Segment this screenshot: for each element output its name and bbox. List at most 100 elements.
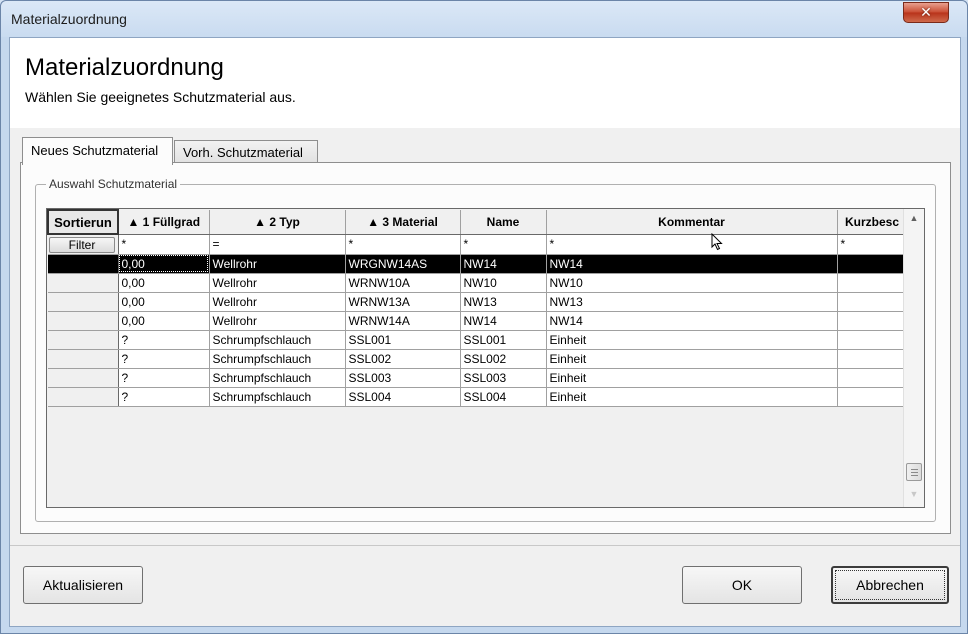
row-header[interactable]: [48, 368, 119, 388]
cell-fuellgrad[interactable]: 0,00: [118, 292, 210, 312]
cell-kommentar[interactable]: Einheit: [546, 349, 838, 369]
cell-fuellgrad[interactable]: 0,00: [118, 254, 210, 274]
column-header-kommentar[interactable]: Kommentar: [546, 210, 838, 235]
cell-material[interactable]: WRNW10A: [345, 273, 461, 293]
dialog-window: Materialzuordnung ✕ Materialzuordnung Wä…: [0, 0, 968, 634]
cell-name[interactable]: NW14: [460, 254, 547, 274]
scroll-up-arrow-icon[interactable]: ▲: [904, 209, 924, 227]
cell-name[interactable]: NW13: [460, 292, 547, 312]
filter-cell[interactable]: *: [837, 234, 908, 255]
cell-kommentar[interactable]: NW14: [546, 254, 838, 274]
cell-fuellgrad[interactable]: 0,00: [118, 311, 210, 331]
row-header[interactable]: [48, 273, 119, 293]
table-row[interactable]: ? Schrumpfschlauch SSL002 SSL002 Einheit: [48, 349, 908, 369]
cell-typ[interactable]: Schrumpfschlauch: [209, 387, 346, 407]
ok-button[interactable]: OK: [682, 566, 802, 604]
cell-kurzbeschreibung[interactable]: [837, 349, 908, 369]
tab-neues-schutzmaterial[interactable]: Neues Schutzmaterial: [22, 137, 173, 165]
cell-typ[interactable]: Schrumpfschlauch: [209, 330, 346, 350]
cell-typ[interactable]: Wellrohr: [209, 273, 346, 293]
cell-name[interactable]: NW14: [460, 311, 547, 331]
cell-fuellgrad[interactable]: ?: [118, 368, 210, 388]
column-header-material[interactable]: ▲ 3 Material: [345, 210, 461, 235]
table-row[interactable]: 0,00 Wellrohr WRGNW14AS NW14 NW14: [48, 254, 908, 274]
table-row[interactable]: 0,00 Wellrohr WRNW14A NW14 NW14: [48, 311, 908, 331]
cell-kommentar[interactable]: Einheit: [546, 330, 838, 350]
row-header[interactable]: [48, 254, 119, 274]
table-row[interactable]: ? Schrumpfschlauch SSL003 SSL003 Einheit: [48, 368, 908, 388]
cell-typ[interactable]: Wellrohr: [209, 311, 346, 331]
cell-fuellgrad[interactable]: 0,00: [118, 273, 210, 293]
cell-kommentar[interactable]: Einheit: [546, 387, 838, 407]
cell-name[interactable]: SSL002: [460, 349, 547, 369]
filter-cell[interactable]: *: [546, 234, 838, 255]
cell-name[interactable]: NW10: [460, 273, 547, 293]
close-icon: ✕: [920, 4, 932, 21]
column-header-typ[interactable]: ▲ 2 Typ: [209, 210, 346, 235]
table-row[interactable]: 0,00 Wellrohr WRNW10A NW10 NW10: [48, 273, 908, 293]
cell-material[interactable]: SSL002: [345, 349, 461, 369]
vertical-scrollbar[interactable]: ▲ ▼: [903, 209, 924, 507]
column-header-fuellgrad[interactable]: ▲ 1 Füllgrad: [118, 210, 210, 235]
cell-name[interactable]: SSL001: [460, 330, 547, 350]
row-header[interactable]: [48, 387, 119, 407]
sort-corner-button[interactable]: Sortierun: [47, 209, 119, 235]
row-header[interactable]: [48, 292, 119, 312]
cell-name[interactable]: SSL004: [460, 387, 547, 407]
cell-typ[interactable]: Schrumpfschlauch: [209, 349, 346, 369]
header-row: Sortierun ▲ 1 Füllgrad ▲ 2 Typ ▲ 3 Mater…: [47, 209, 908, 235]
table-row[interactable]: 0,00 Wellrohr WRNW13A NW13 NW13: [48, 292, 908, 312]
cell-typ[interactable]: Schrumpfschlauch: [209, 368, 346, 388]
table-row[interactable]: ? Schrumpfschlauch SSL004 SSL004 Einheit: [48, 387, 908, 407]
footer-separator: [10, 545, 960, 546]
cell-name[interactable]: SSL003: [460, 368, 547, 388]
cell-material[interactable]: SSL001: [345, 330, 461, 350]
row-header[interactable]: [48, 330, 119, 350]
refresh-button[interactable]: Aktualisieren: [23, 566, 143, 604]
cell-typ[interactable]: Wellrohr: [209, 292, 346, 312]
cell-kommentar[interactable]: NW10: [546, 273, 838, 293]
tab-label: Vorh. Schutzmaterial: [183, 145, 303, 160]
cell-typ[interactable]: Wellrohr: [209, 254, 346, 274]
filter-cell[interactable]: *: [118, 234, 210, 255]
table-row[interactable]: ? Schrumpfschlauch SSL001 SSL001 Einheit: [48, 330, 908, 350]
close-button[interactable]: ✕: [903, 2, 949, 23]
cell-material[interactable]: WRGNW14AS: [345, 254, 461, 274]
cell-fuellgrad[interactable]: ?: [118, 330, 210, 350]
title-bar[interactable]: Materialzuordnung ✕: [1, 1, 967, 37]
scroll-down-arrow-icon[interactable]: ▼: [904, 485, 924, 503]
cell-kurzbeschreibung[interactable]: [837, 368, 908, 388]
cell-fuellgrad[interactable]: ?: [118, 349, 210, 369]
tab-vorh-schutzmaterial[interactable]: Vorh. Schutzmaterial: [174, 140, 318, 162]
cell-kommentar[interactable]: NW13: [546, 292, 838, 312]
filter-cell[interactable]: =: [209, 234, 346, 255]
cancel-button[interactable]: Abbrechen: [831, 566, 949, 604]
cell-kurzbeschreibung[interactable]: [837, 330, 908, 350]
cell-material[interactable]: SSL003: [345, 368, 461, 388]
window-title: Materialzuordnung: [11, 11, 127, 27]
filter-cell[interactable]: *: [345, 234, 461, 255]
cell-material[interactable]: SSL004: [345, 387, 461, 407]
column-header-kurzbeschreibung[interactable]: Kurzbesc: [837, 210, 908, 235]
cell-material[interactable]: WRNW13A: [345, 292, 461, 312]
row-header[interactable]: [48, 349, 119, 369]
cell-kurzbeschreibung[interactable]: [837, 387, 908, 407]
cell-kurzbeschreibung[interactable]: [837, 292, 908, 312]
cell-kommentar[interactable]: Einheit: [546, 368, 838, 388]
cell-material[interactable]: WRNW14A: [345, 311, 461, 331]
cell-kurzbeschreibung[interactable]: [837, 273, 908, 293]
page-subtitle: Wählen Sie geeignetes Schutzmaterial aus…: [25, 89, 296, 105]
selection-group: Auswahl Schutzmaterial Sortierun ▲ 1 Fül…: [35, 177, 936, 522]
tab-label: Neues Schutzmaterial: [31, 143, 159, 158]
row-header[interactable]: [48, 311, 119, 331]
scrollbar-thumb[interactable]: [906, 463, 922, 481]
dialog-client: Materialzuordnung Wählen Sie geeignetes …: [9, 37, 961, 627]
cell-kurzbeschreibung[interactable]: [837, 254, 908, 274]
cell-kommentar[interactable]: NW14: [546, 311, 838, 331]
cell-kurzbeschreibung[interactable]: [837, 311, 908, 331]
filter-button[interactable]: Filter: [49, 236, 115, 253]
column-header-name[interactable]: Name: [460, 210, 547, 235]
filter-cell[interactable]: *: [460, 234, 547, 255]
dialog-header: Materialzuordnung Wählen Sie geeignetes …: [10, 38, 960, 128]
cell-fuellgrad[interactable]: ?: [118, 387, 210, 407]
